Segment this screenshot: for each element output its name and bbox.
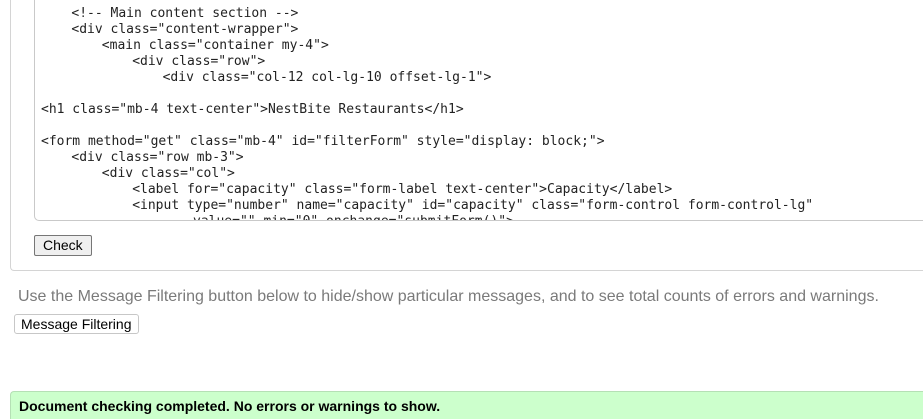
message-filtering-hint: Use the Message Filtering button below t… [18,288,879,305]
source-code-textarea[interactable]: <!-- Main content section --> <div class=… [34,0,923,221]
validator-page: <!-- Main content section --> <div class=… [0,0,923,419]
source-code-line: <div class="col"> [101,166,235,181]
source-code-line: <input type="number" name="capacity" id=… [132,198,814,213]
check-button[interactable]: Check [34,235,92,256]
source-code-line: <form method="get" class="mb-4" id="filt… [41,134,605,149]
source-code-line: <label for="capacity" class="form-label … [132,182,673,197]
source-code-line: <main class="container my-4"> [101,38,329,53]
source-code-line: <div class="col-12 col-lg-10 offset-lg-1… [162,70,492,85]
message-filtering-button[interactable]: Message Filtering [14,314,139,334]
source-code-line: <div class="row"> [132,54,266,69]
source-code-line: <!-- Main content section --> [71,6,299,21]
source-code-line: <h1 class="mb-4 text-center">NestBite Re… [41,102,464,117]
result-message: Document checking completed. No errors o… [19,398,441,414]
source-code-line: <div class="row mb-3"> [71,150,244,165]
source-code-line: <div class="content-wrapper"> [71,22,299,37]
result-banner: Document checking completed. No errors o… [10,391,923,419]
source-code-line: value="" min="0" onchange="submitForm()"… [193,214,514,220]
